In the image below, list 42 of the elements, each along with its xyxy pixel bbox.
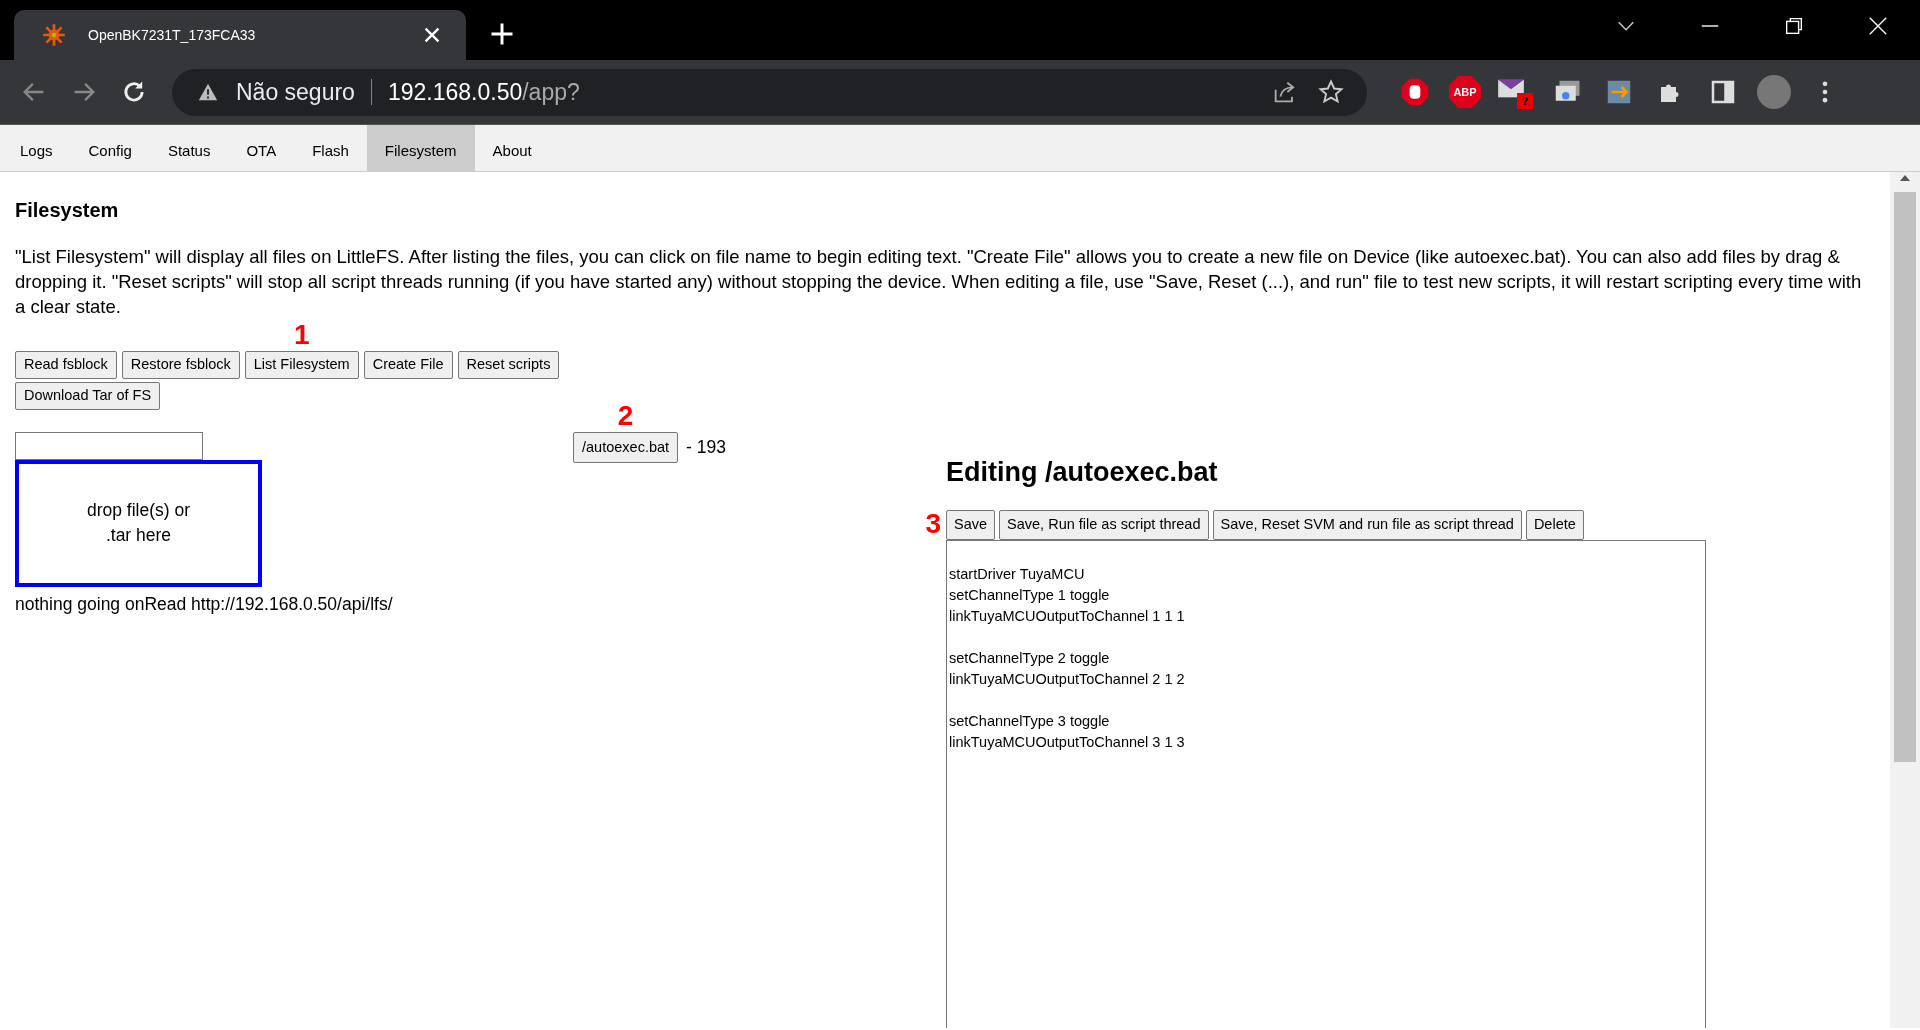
page-heading: Filesystem [15,198,120,222]
nav-tab[interactable]: Filesystem [366,125,475,171]
close-icon[interactable] [1867,15,1889,37]
scrollbar[interactable] [1890,172,1920,1028]
nav-tab[interactable]: Flash [294,125,367,171]
action-button[interactable]: Reset scripts [457,351,560,379]
address-url: 192.168.0.50/app? [387,77,581,107]
editor-button[interactable]: Save [946,509,996,540]
tab-title: OpenBK7231T_173FCA33 [88,25,257,45]
editor-button[interactable]: Save, Reset SVM and run file as script thread [1212,509,1522,540]
text-input-field[interactable] [15,431,203,460]
file-size: - 193 [686,436,726,460]
browser-tab[interactable]: OpenBK7231T_173FCA33 [14,10,466,60]
nav-tab[interactable]: Status [149,125,229,171]
nav-tab[interactable]: OTA [228,125,295,171]
nav-tab[interactable]: Config [70,125,150,171]
action-button[interactable]: Create File [363,351,453,379]
annotation-number: 1 [293,321,310,349]
editor-button[interactable]: Delete [1525,509,1584,540]
action-button[interactable]: Restore fsblock [121,351,240,379]
abp-extension-button[interactable]: ABP [1449,76,1481,108]
annotation-number: 2 [617,401,634,430]
mail-extension-button[interactable]: ? [1497,75,1533,109]
address-bar[interactable]: Não seguro 192.168.0.50/app? [172,68,1367,116]
file-button[interactable]: /autoexec.bat [573,431,679,464]
restore-icon[interactable] [1783,15,1805,37]
editor-button[interactable]: Save, Run file as script thread [999,509,1209,540]
status-text: nothing going onRead http://192.168.0.50/api/lfs/ [15,592,394,616]
star-icon[interactable] [1317,78,1345,106]
security-label: Não seguro [236,77,355,107]
action-button[interactable]: List Filesystem [244,351,359,379]
avatar-circle[interactable] [1757,75,1791,109]
nav-tab[interactable]: About [474,125,550,171]
sun-logo-icon [41,22,67,48]
editor-text-area[interactable]: startDriver TuyaMCU setChannelType 1 toggle linkTuyaMCUOutputToChannel 1 1 1 setChannelType 2 toggle linkTuyaMCUOutputToChannel 2 1 2 setChannelType 3 toggle linkTuyaMCUOutputToChannel 3 1 3 [946,539,1706,1028]
drop-zone[interactable]: drop file(s) or .tar here [15,459,262,587]
action-button[interactable]: Download Tar of FS [15,381,161,410]
action-button[interactable]: Read fsblock [15,351,117,379]
description-text: "List Filesystem" will display all files on LittleFS. After listing the files, you can click on file name to begin editing text. "Create File" allows you to create a new file on Device (like autoexec.bat). You can also add files by drag & dropping it. "Reset scripts" will stop all script threads running (if you have started any) without stopping the device. When editing a file, use "Save, Reset (...), and run" file to test new scripts, it will restart scripting every time with a clear state. [15,245,1863,319]
nav-tab[interactable]: Logs [2,125,71,171]
editor-heading: Editing /autoexec.bat [946,455,1219,488]
annotation-number: 3 [925,509,941,538]
